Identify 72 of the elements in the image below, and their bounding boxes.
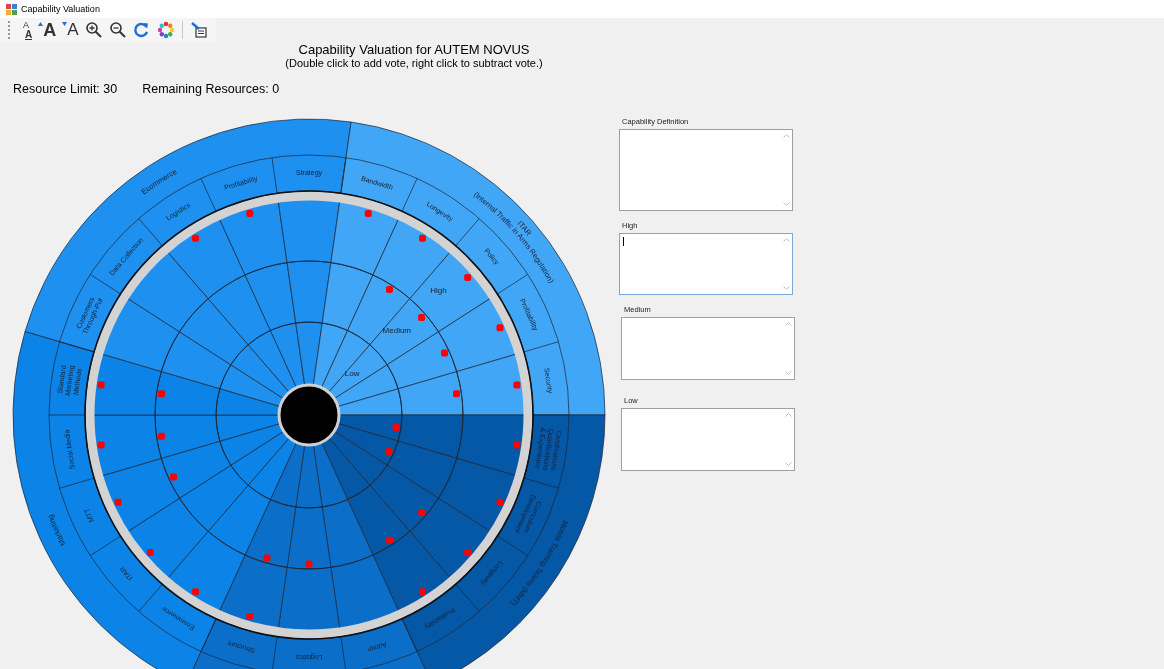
vote-cell[interactable] [219,423,285,466]
vote-cell[interactable] [312,441,348,508]
vote-cell[interactable] [160,440,232,499]
text-area[interactable] [619,129,793,211]
zoom-out-icon [108,21,127,39]
vote-cell[interactable] [321,330,371,393]
center-disc [277,383,341,447]
vote-cell[interactable] [154,371,221,416]
text-area[interactable] [621,408,795,471]
instructions-text: (Double click to add vote, right click to subtract vote.) [285,57,543,70]
vote-cell[interactable] [321,437,371,500]
vote-cell[interactable] [397,414,464,459]
vote-cell[interactable] [347,484,411,556]
vote-cell[interactable] [295,321,323,386]
vote-cell[interactable] [369,464,439,532]
vote-cell[interactable] [397,371,464,416]
vote-cell[interactable] [154,414,221,459]
scroll-down-icon[interactable] [782,286,790,290]
text-area[interactable] [621,317,795,380]
scroll-up-icon[interactable] [782,238,790,242]
vote-cell[interactable] [247,437,297,500]
resource-limit-text: Resource Limit: 30 [13,81,118,97]
vote-cell[interactable] [386,331,458,390]
window-title: Capability Valuation [21,4,100,14]
scroll-up-icon[interactable] [784,413,792,417]
vote-cell[interactable] [333,364,399,407]
vote-cell[interactable] [286,260,332,324]
ring-label: High [430,286,447,295]
vote-cell[interactable] [230,430,290,486]
shrink-font-button[interactable]: A [60,19,81,41]
vote-cell[interactable] [179,298,249,366]
vote-cell[interactable] [386,440,458,499]
app-icon [6,3,17,15]
page-title: Capability Valuation for AUTEM NOVUS [298,42,530,57]
text-area[interactable] [619,233,793,295]
vote-cell[interactable] [215,388,281,416]
vote-cell[interactable] [230,344,290,400]
vote-cell[interactable] [286,506,332,570]
vote-cell[interactable] [207,274,271,346]
ring-label: Low [344,369,360,379]
vote-cell[interactable] [270,441,306,508]
vote-cell[interactable] [207,484,271,556]
vote-cell[interactable] [321,262,374,331]
vote-cell[interactable] [179,464,249,532]
scroll-up-icon[interactable] [782,134,790,138]
scroll-up-icon[interactable] [784,322,792,326]
vote-cell[interactable] [337,388,403,416]
grow-font-button[interactable]: A [36,19,59,41]
color-wheel-icon [156,21,175,39]
export-icon [189,21,208,39]
vote-cell[interactable] [244,499,297,568]
scroll-down-icon[interactable] [784,462,792,466]
vote-cell[interactable] [247,330,297,393]
vote-cell[interactable] [328,430,388,486]
vote-cell[interactable] [270,322,306,389]
vote-cell[interactable] [295,444,323,509]
text-cursor [623,237,624,246]
font-style-button[interactable]: A A [18,19,35,41]
scroll-down-icon[interactable] [784,371,792,375]
vote-cell[interactable] [337,414,403,442]
remaining-resources-text: Remaining Resources: 0 [142,81,280,97]
scroll-down-icon[interactable] [782,202,790,206]
ring-label: Medium [382,326,412,336]
up-triangle-icon [38,22,44,26]
zoom-in-icon [84,21,103,39]
vote-cell[interactable] [244,262,297,331]
refresh-icon [132,21,151,39]
down-triangle-icon [62,22,68,26]
vote-cell[interactable] [347,274,411,346]
vote-cell[interactable] [215,414,281,442]
vote-cell[interactable] [321,499,374,568]
vote-cell[interactable] [160,331,232,390]
